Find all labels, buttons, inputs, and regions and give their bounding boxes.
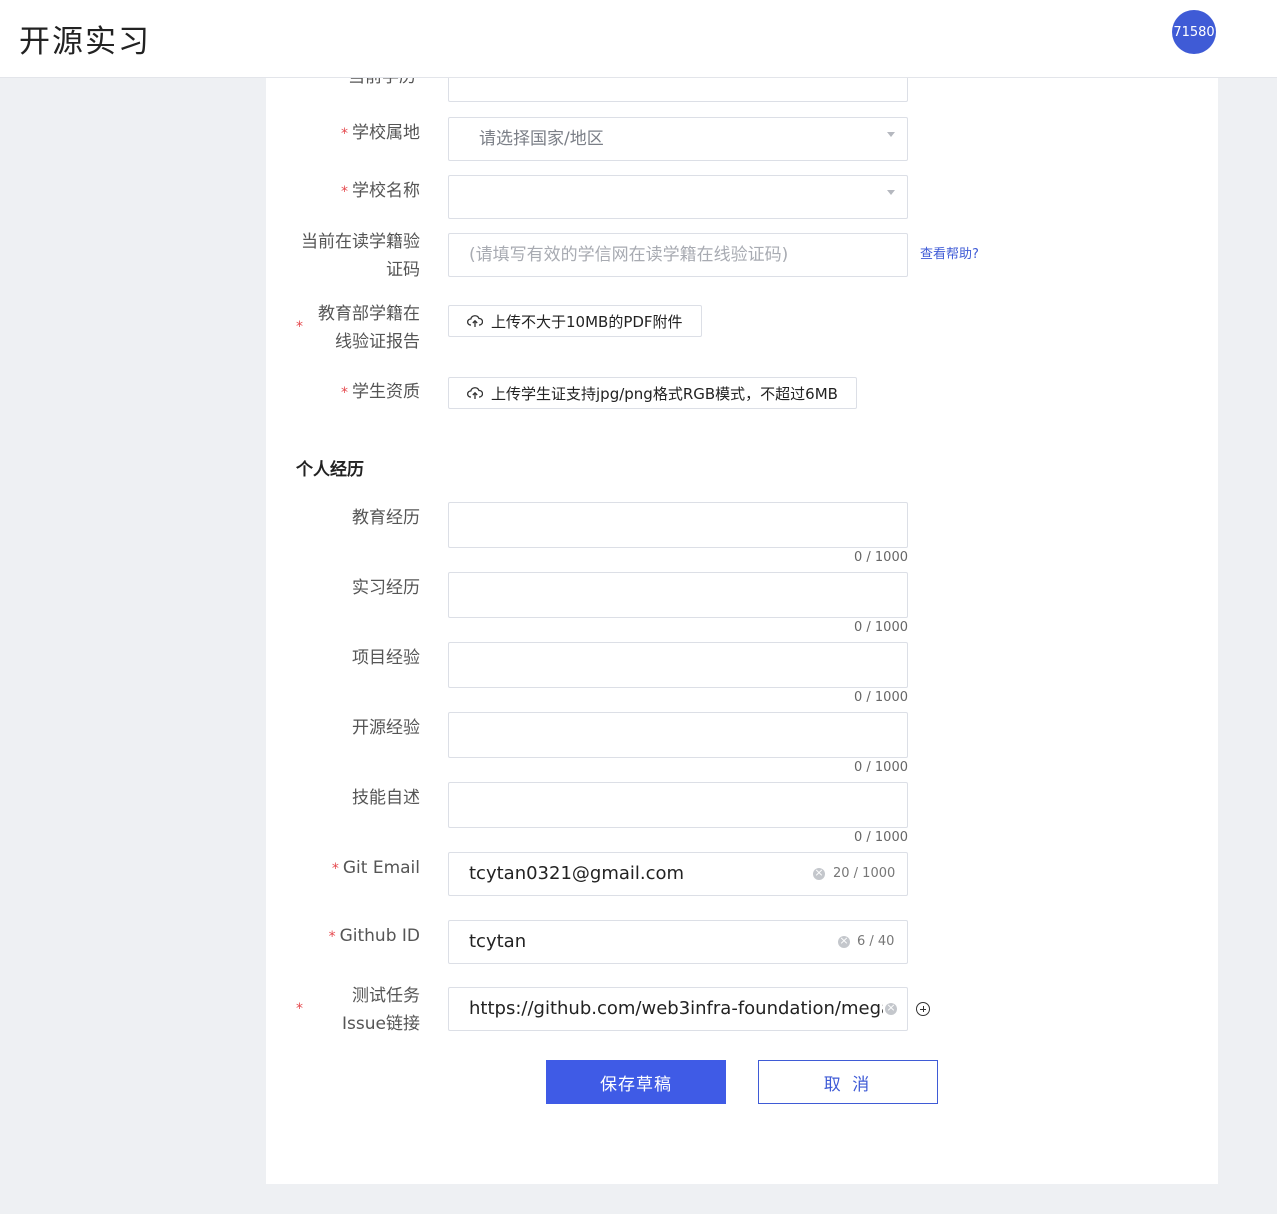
git-email-value: tcytan0321@gmail.com — [469, 863, 685, 884]
student-card-label: 学生资质 — [352, 382, 420, 402]
cloud-upload-icon — [467, 315, 483, 327]
required-mark: * — [341, 385, 348, 401]
project-label: 项目经验 — [352, 648, 420, 668]
upload-student-card-button[interactable]: 上传学生证支持jpg/png格式RGB模式，不超过6MB — [448, 377, 857, 409]
section-title: 个人经历 — [296, 460, 364, 480]
form-panel: 当前学历 *学校属地 请选择国家/地区 *学校名称 当前在读学籍验 证码 (请填… — [266, 78, 1218, 1184]
required-mark: * — [341, 184, 348, 200]
clear-icon[interactable] — [813, 865, 825, 881]
project-textarea[interactable] — [448, 642, 908, 688]
issue-link-value: https://github.com/web3infra-foundation/… — [469, 998, 883, 1019]
github-id-value: tcytan — [469, 931, 527, 952]
internship-textarea[interactable] — [448, 572, 908, 618]
verify-code-input[interactable]: (请填写有效的学信网在读学籍在线验证码) — [448, 233, 908, 277]
verify-code-label-line1: 当前在读学籍验 — [301, 232, 420, 252]
required-mark: * — [341, 126, 348, 142]
opensource-counter: 0 / 1000 — [854, 760, 908, 775]
git-email-counter: 20 / 1000 — [833, 866, 896, 881]
skills-counter: 0 / 1000 — [854, 830, 908, 845]
school-region-label: 学校属地 — [352, 123, 420, 143]
required-mark: * — [328, 929, 336, 945]
app-title: 开源实习 — [19, 24, 151, 60]
education-counter: 0 / 1000 — [854, 550, 908, 565]
caret-down-icon — [887, 132, 895, 137]
upload-student-card-label: 上传学生证支持jpg/png格式RGB模式，不超过6MB — [491, 384, 838, 403]
internship-counter: 0 / 1000 — [854, 620, 908, 635]
verify-code-placeholder: (请填写有效的学信网在读学籍在线验证码) — [469, 245, 789, 265]
cloud-upload-icon — [467, 387, 483, 399]
git-email-input[interactable]: tcytan0321@gmail.com 20 / 1000 — [448, 852, 908, 896]
upload-report-button[interactable]: 上传不大于10MB的PDF附件 — [448, 305, 702, 337]
avatar[interactable]: 71580 — [1172, 10, 1216, 54]
top-bar: 开源实习 71580 — [0, 0, 1277, 78]
save-draft-button[interactable]: 保存草稿 — [546, 1060, 726, 1104]
skills-label: 技能自述 — [352, 788, 420, 808]
report-label-line1: 教育部学籍在 — [318, 304, 420, 324]
school-region-select[interactable]: 请选择国家/地区 — [448, 117, 908, 161]
current-degree-select[interactable] — [448, 78, 908, 102]
clear-icon[interactable] — [838, 933, 850, 949]
report-label-line2: 线验证报告 — [335, 332, 420, 352]
internship-label: 实习经历 — [352, 578, 420, 598]
git-email-label: Git Email — [342, 858, 420, 878]
clear-icon[interactable] — [885, 1000, 897, 1016]
school-name-label: 学校名称 — [352, 181, 420, 201]
upload-report-label: 上传不大于10MB的PDF附件 — [491, 312, 683, 331]
education-textarea[interactable] — [448, 502, 908, 548]
github-id-input[interactable]: tcytan 6 / 40 — [448, 920, 908, 964]
issue-link-input[interactable]: https://github.com/web3infra-foundation/… — [448, 987, 908, 1031]
opensource-textarea[interactable] — [448, 712, 908, 758]
issue-link-label-line1: 测试任务 — [352, 986, 420, 1006]
current-degree-label: 当前学历 — [348, 78, 416, 87]
opensource-label: 开源经验 — [352, 718, 420, 738]
add-circle-icon[interactable] — [916, 1002, 930, 1016]
cancel-button[interactable]: 取 消 — [758, 1060, 938, 1104]
help-link[interactable]: 查看帮助? — [920, 245, 979, 265]
school-name-select[interactable] — [448, 175, 908, 219]
project-counter: 0 / 1000 — [854, 690, 908, 705]
education-label: 教育经历 — [352, 508, 420, 528]
school-region-placeholder: 请选择国家/地区 — [479, 129, 604, 149]
required-mark: * — [331, 861, 339, 877]
github-id-label: Github ID — [339, 926, 420, 946]
github-id-counter: 6 / 40 — [857, 934, 895, 949]
verify-code-label-line2: 证码 — [386, 260, 420, 280]
caret-down-icon — [887, 190, 895, 195]
skills-textarea[interactable] — [448, 782, 908, 828]
issue-link-label-line2: Issue链接 — [342, 1014, 420, 1034]
